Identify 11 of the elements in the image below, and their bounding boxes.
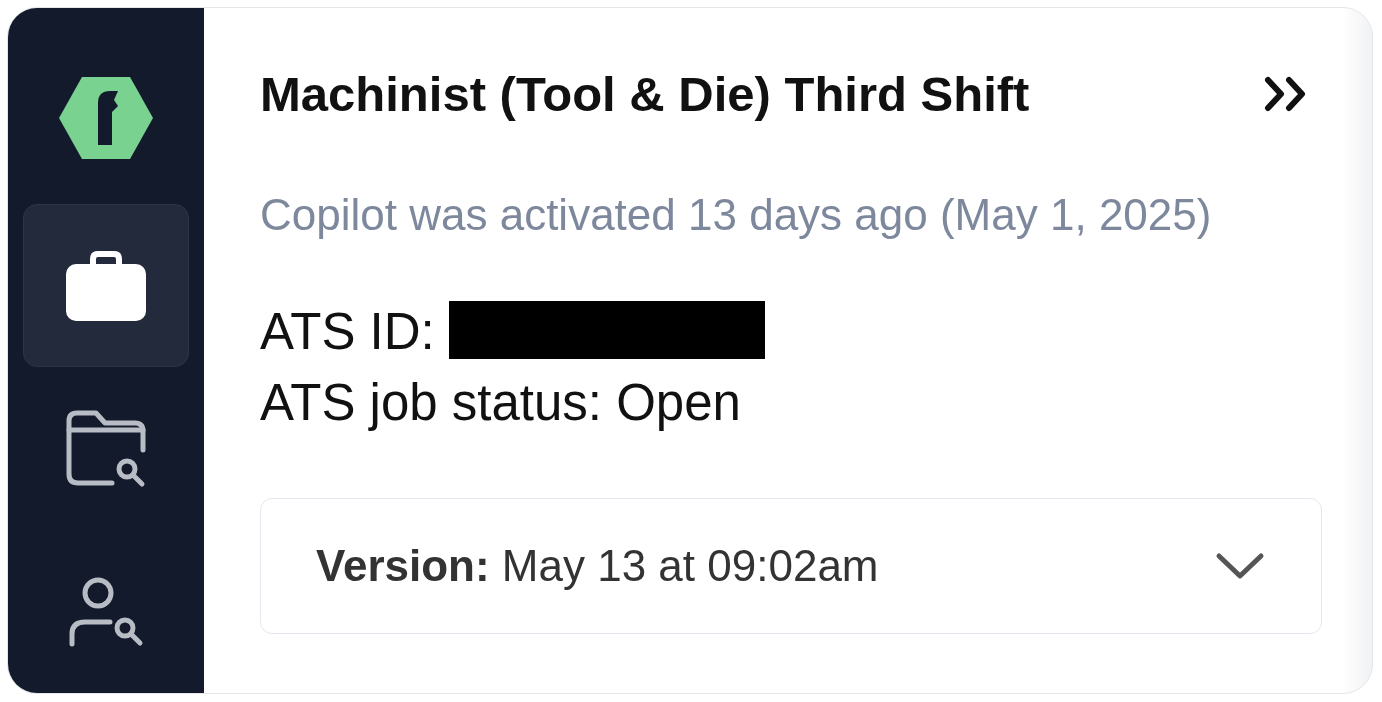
detail-text: ATS job status: Open: [260, 373, 741, 433]
job-title: Machinist (Tool & Die) Third Shift: [260, 66, 1030, 123]
briefcase-icon: [66, 250, 146, 321]
sidebar-item[interactable]: [23, 204, 189, 367]
version-dropdown[interactable]: Version: May 13 at 09:02am: [260, 498, 1322, 634]
double-chevron-right-icon: [1264, 76, 1307, 112]
hexagon-logo-icon: [59, 77, 153, 159]
person-search-icon: [68, 576, 144, 647]
detail-text: ATS ID:: [260, 302, 435, 362]
folder-search-icon: [66, 409, 146, 488]
activation-note: Copilot was activated 13 days ago (May 1, 2025): [260, 189, 1213, 241]
